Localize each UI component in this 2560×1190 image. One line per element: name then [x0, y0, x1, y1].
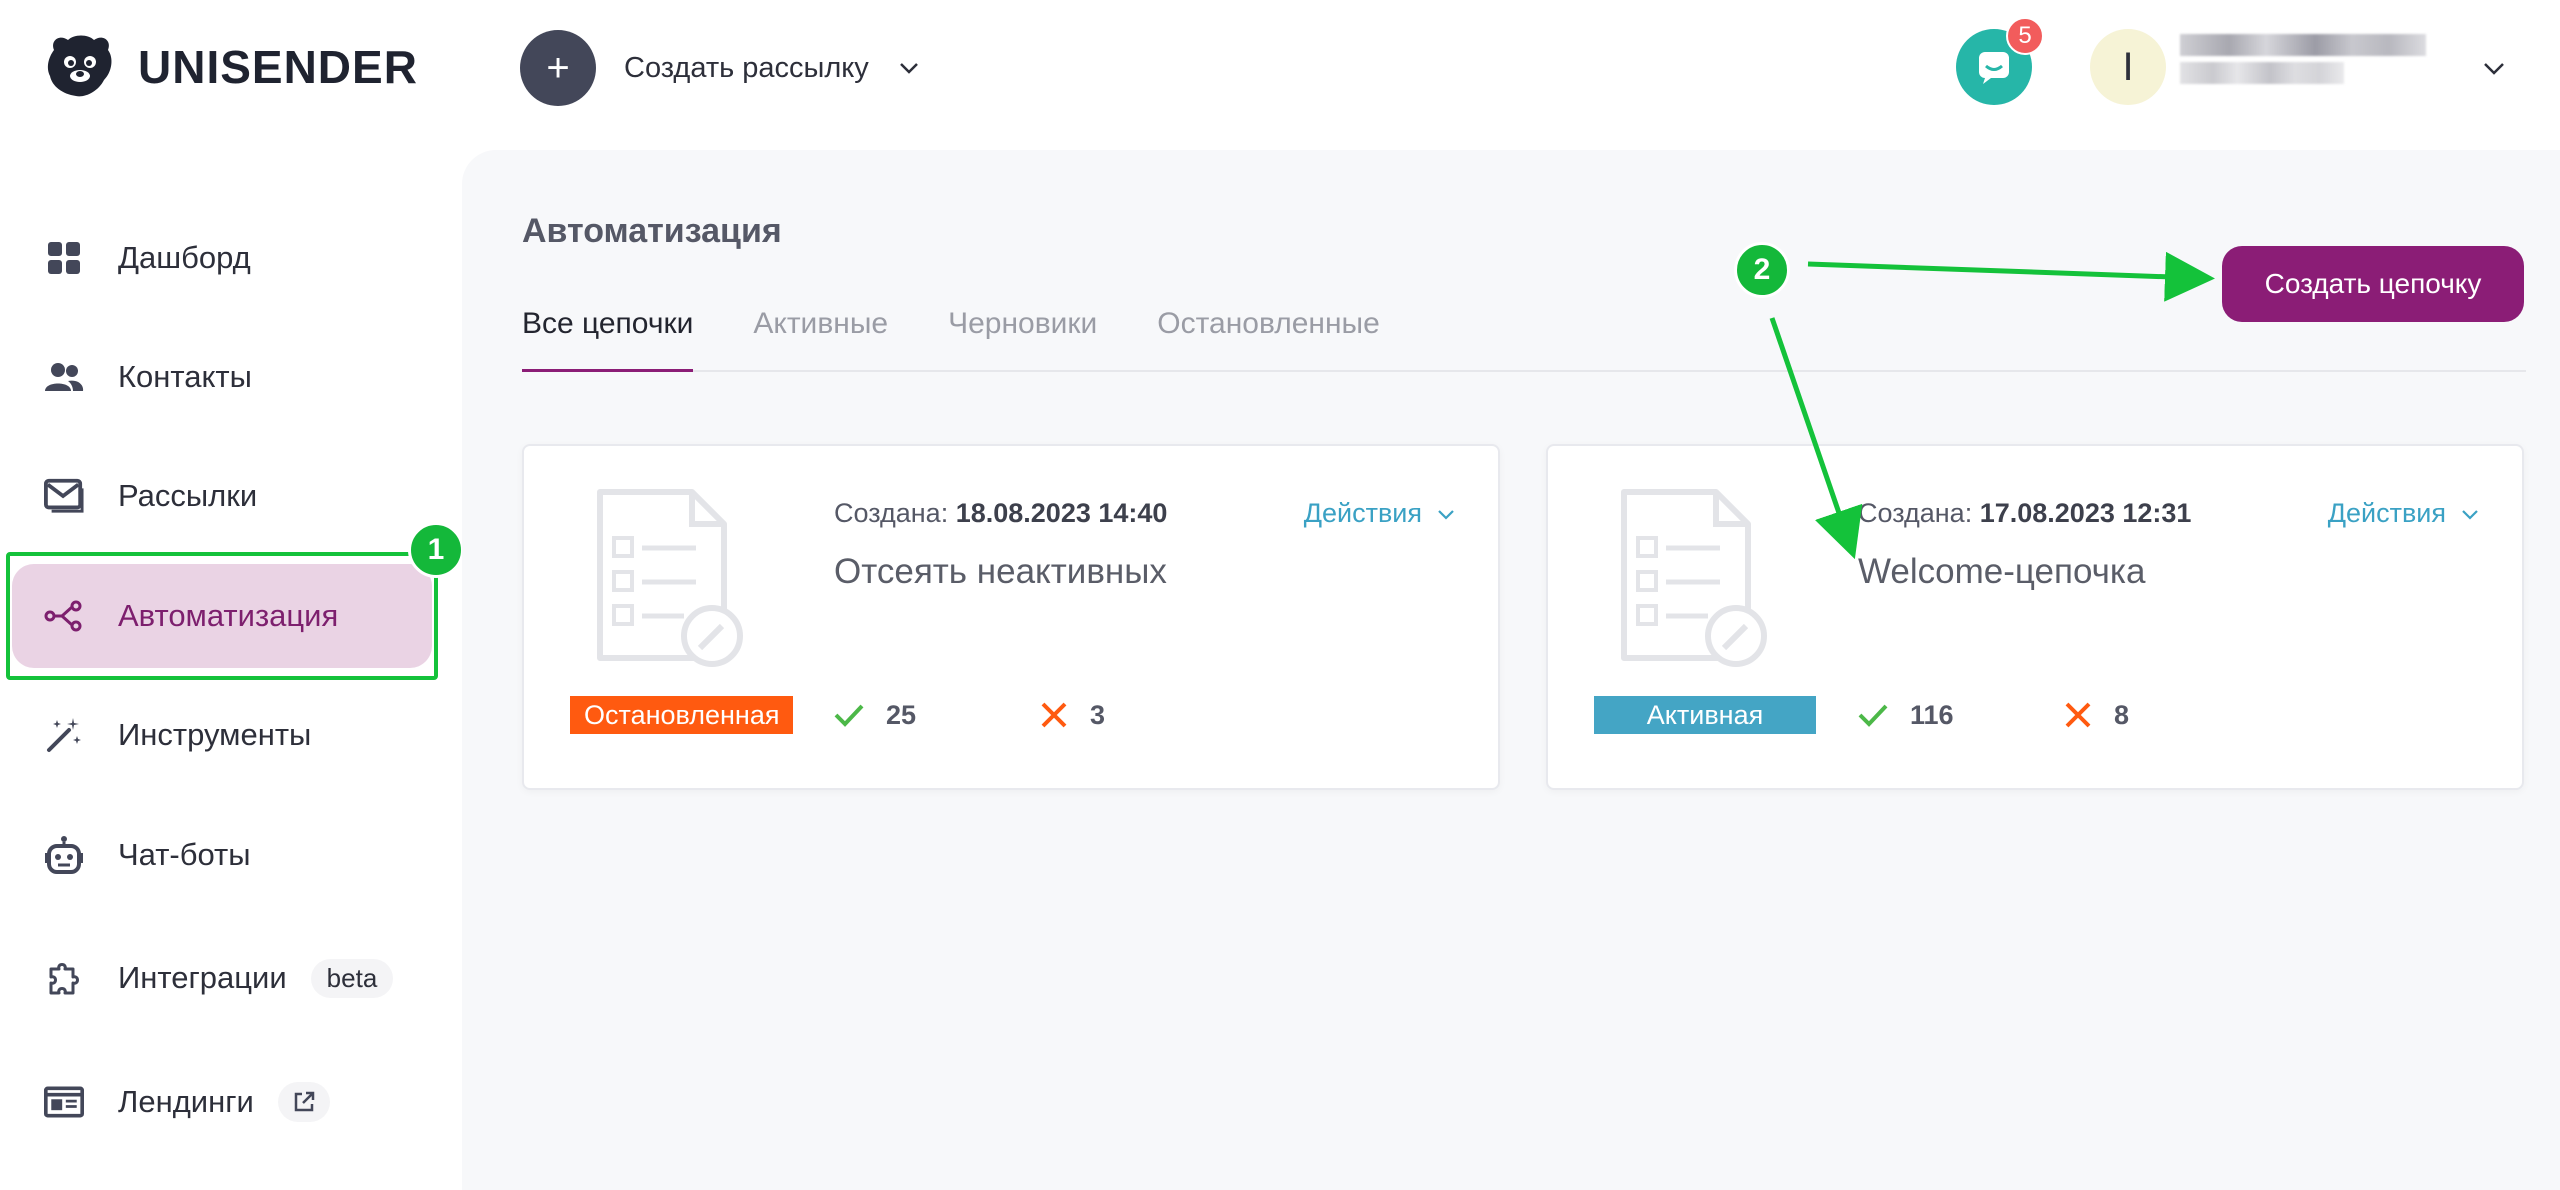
beta-tag: beta: [310, 958, 394, 998]
created-label: Создана:: [1858, 498, 1973, 528]
sidebar-item-dashboard[interactable]: Дашборд: [12, 206, 432, 310]
robot-icon: [44, 835, 84, 875]
checklist-document-icon: [597, 489, 743, 667]
contacts-icon: [44, 357, 84, 397]
chevron-down-icon: [1438, 509, 1454, 520]
sidebar-item-label: Рассылки: [118, 478, 258, 513]
success-count: 116: [1910, 699, 1954, 730]
tab-drafts[interactable]: Черновики: [948, 302, 1097, 372]
magic-wand-icon: [44, 715, 84, 755]
fail-count: 8: [2114, 699, 2130, 730]
sidebar-item-mailings[interactable]: Рассылки: [12, 444, 432, 548]
create-mailing-button[interactable]: + Создать рассылку: [520, 30, 921, 106]
cross-icon: [1041, 702, 1067, 728]
fail-stat: 8: [2064, 696, 2129, 734]
sidebar-item-contacts[interactable]: Контакты: [12, 325, 432, 429]
chain-card[interactable]: Создана: 18.08.2023 14:40 Отсеять неакти…: [522, 444, 1500, 790]
checklist-document-icon: [1621, 489, 1767, 667]
chain-card[interactable]: Создана: 17.08.2023 12:31 Welcome-цепочк…: [1546, 444, 2524, 790]
sidebar-item-label: Лендинги: [118, 1084, 254, 1119]
sidebar-item-label: Автоматизация: [118, 598, 339, 633]
dog-logo-icon: [47, 35, 112, 97]
fail-stat: 3: [1040, 696, 1105, 734]
user-menu-chevron-icon[interactable]: [2480, 55, 2508, 83]
created-date: Создана: 17.08.2023 12:31: [1858, 498, 2191, 529]
avatar[interactable]: I: [2090, 29, 2166, 105]
sidebar-item-label: Чат-боты: [118, 837, 251, 872]
logo[interactable]: UNISENDER: [40, 32, 418, 102]
sidebar-item-label: Дашборд: [118, 240, 251, 275]
check-icon: [834, 704, 864, 727]
success-count: 25: [886, 699, 917, 730]
created-value: 17.08.2023 12:31: [1979, 498, 2192, 528]
mail-icon: [44, 476, 84, 516]
automation-icon: [44, 596, 84, 636]
created-value: 18.08.2023 14:40: [955, 498, 1168, 528]
success-stat: 116: [1858, 696, 1954, 734]
annotation-step-2: 2: [1734, 242, 1790, 298]
plus-icon: +: [520, 30, 596, 106]
created-label: Создана:: [834, 498, 949, 528]
status-badge: Остановленная: [570, 696, 794, 734]
sidebar-item-landings[interactable]: Лендинги: [12, 1050, 432, 1154]
app-root: UNISENDER + Создать рассылку 5 I Дашборд…: [0, 0, 2560, 1190]
chat-icon: [1979, 52, 2009, 84]
tab-all-chains[interactable]: Все цепочки: [522, 302, 694, 372]
success-stat: 25: [834, 696, 916, 734]
tab-stopped[interactable]: Остановленные: [1157, 302, 1380, 372]
actions-dropdown[interactable]: Действия: [1304, 498, 1456, 529]
puzzle-icon: [44, 958, 84, 998]
sidebar-item-label: Инструменты: [118, 717, 312, 752]
actions-label: Действия: [2327, 498, 2446, 528]
sidebar-item-integrations[interactable]: Интеграции beta: [12, 926, 432, 1030]
create-chain-button[interactable]: Создать цепочку: [2222, 246, 2524, 322]
chain-name[interactable]: Welcome-цепочка: [1858, 552, 2145, 592]
created-date: Создана: 18.08.2023 14:40: [834, 498, 1167, 529]
sidebar-item-automation[interactable]: Автоматизация: [12, 564, 432, 668]
sidebar-item-label: Интеграции: [118, 960, 287, 995]
cross-icon: [2065, 702, 2091, 728]
notification-badge: 5: [2006, 17, 2044, 55]
dashboard-icon: [44, 238, 84, 278]
actions-dropdown[interactable]: Действия: [2328, 498, 2480, 529]
create-mailing-label: Создать рассылку: [624, 51, 869, 84]
main-panel: Автоматизация Все цепочки Активные Черно…: [462, 150, 2560, 1190]
check-icon: [1858, 704, 1888, 727]
sidebar-item-chatbots[interactable]: Чат-боты: [12, 803, 432, 907]
sidebar-item-label: Контакты: [118, 359, 252, 394]
landing-icon: [44, 1082, 84, 1122]
status-badge: Активная: [1594, 696, 1816, 734]
page-title: Автоматизация: [522, 212, 782, 250]
annotation-step-1: 1: [408, 522, 464, 578]
fail-count: 3: [1090, 699, 1106, 730]
actions-label: Действия: [1303, 498, 1422, 528]
chevron-down-icon: [2462, 509, 2478, 520]
brand-name: UNISENDER: [138, 41, 418, 93]
chevron-down-icon: [899, 63, 918, 74]
external-link-icon: [277, 1082, 330, 1122]
chain-name[interactable]: Отсеять неактивных: [834, 552, 1167, 592]
user-info-redacted: [2180, 34, 2426, 90]
tab-active[interactable]: Активные: [753, 302, 888, 372]
sidebar-item-tools[interactable]: Инструменты: [12, 683, 432, 787]
